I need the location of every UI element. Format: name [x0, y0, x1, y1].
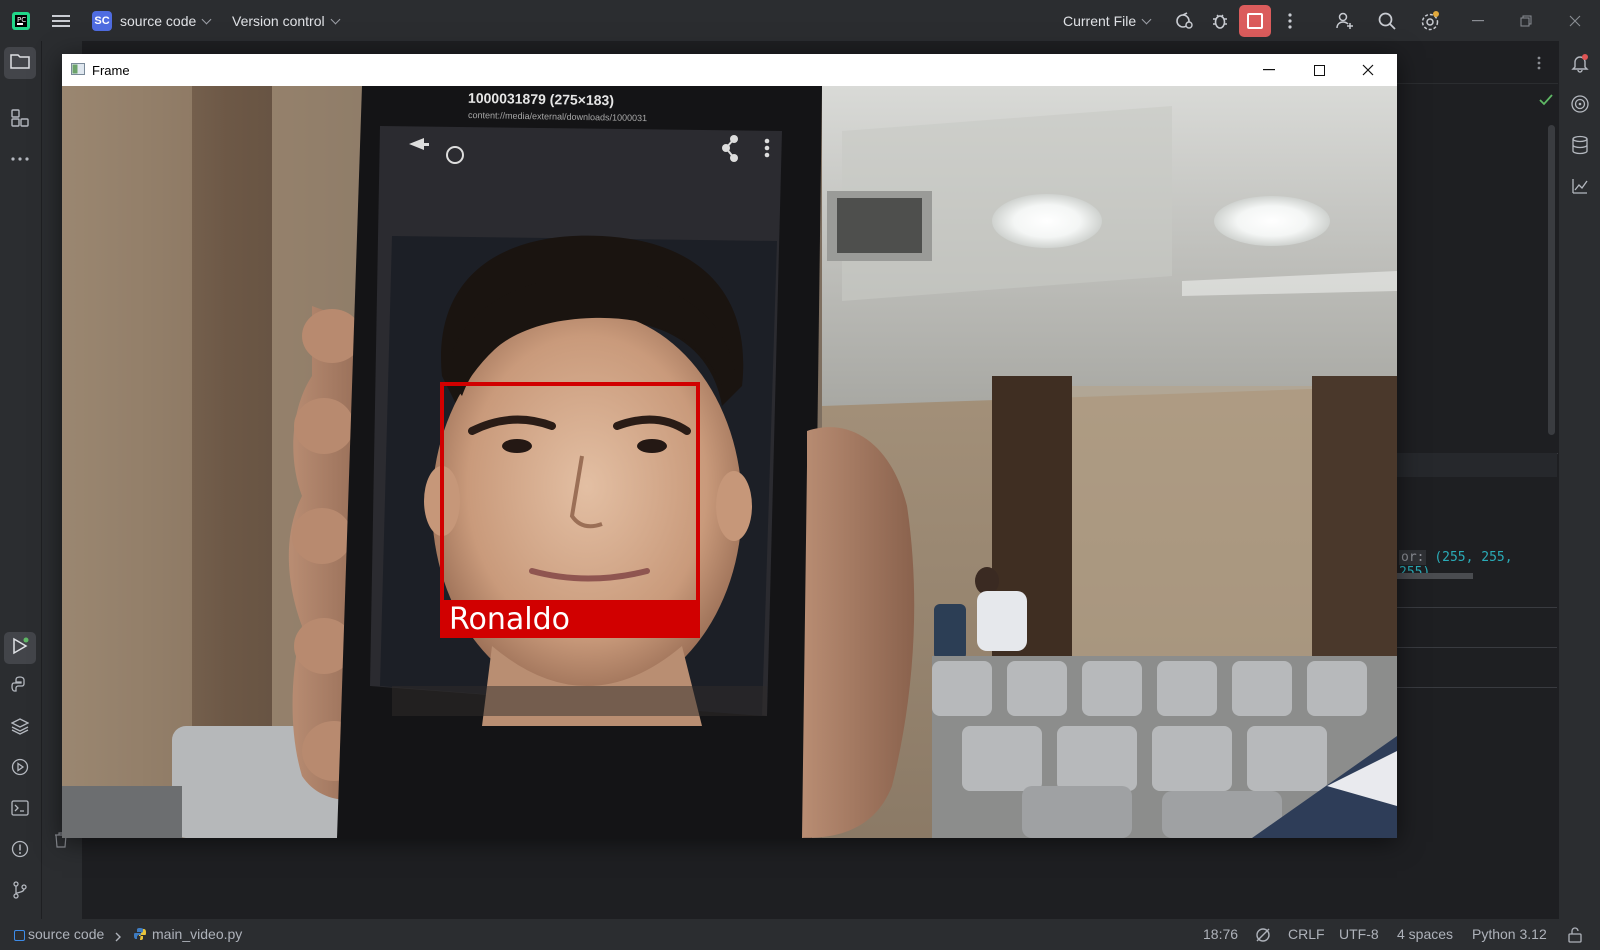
status-bar: source code main_video.py 18:76 CRLF UTF…: [0, 919, 1600, 950]
run-config-label: Current File: [1063, 13, 1137, 29]
build-icon[interactable]: [1173, 10, 1195, 32]
folder-icon: [10, 52, 30, 75]
phone-image-title: 1000031879 (275×183): [467, 89, 615, 109]
file-encoding[interactable]: UTF-8: [1339, 926, 1379, 942]
frame-window: Frame 1000031879 (275×183) content://med…: [62, 54, 1397, 838]
debug-icon[interactable]: [1209, 10, 1231, 32]
add-user-icon[interactable]: [1334, 10, 1356, 32]
lock-icon[interactable]: [1568, 927, 1582, 946]
project-icon: [14, 930, 25, 941]
close-icon[interactable]: [1565, 12, 1585, 30]
project-tool-button[interactable]: [4, 47, 36, 79]
line-ending[interactable]: CRLF: [1288, 926, 1325, 942]
frame-minimize-icon[interactable]: [1262, 63, 1276, 77]
code-keyword: or:: [1399, 550, 1427, 565]
run-icon: [11, 637, 29, 660]
minimize-icon[interactable]: [1468, 12, 1488, 30]
editor-more-icon[interactable]: [1537, 56, 1541, 75]
top-toolbar: PC SC source code Version control Curren…: [0, 0, 1600, 41]
detection-label: Ronaldo: [449, 601, 570, 637]
structure-icon[interactable]: [9, 107, 31, 129]
ai-icon[interactable]: [1569, 93, 1591, 115]
breadcrumb-separator-icon: [114, 929, 122, 945]
editor-hscroll: [1397, 573, 1473, 579]
stop-button[interactable]: [1239, 5, 1271, 37]
more-tools-icon[interactable]: [9, 148, 31, 170]
right-tool-strip: [1558, 41, 1600, 919]
frame-title: Frame: [92, 62, 130, 78]
layers-icon[interactable]: [9, 715, 31, 737]
caret-position[interactable]: 18:76: [1203, 926, 1238, 942]
camera-scene: [62, 86, 1397, 838]
editor-divider-2: [1397, 647, 1557, 648]
power-save-icon[interactable]: [1255, 927, 1271, 946]
git-icon[interactable]: [9, 879, 31, 901]
breadcrumb-project[interactable]: source code: [28, 926, 104, 942]
editor-divider: [1397, 607, 1557, 608]
stop-icon: [1247, 13, 1263, 29]
project-name: source code: [120, 13, 197, 29]
sciview-icon[interactable]: [1569, 175, 1591, 197]
check-icon: [1539, 93, 1553, 111]
python-interpreter[interactable]: Python 3.12: [1472, 926, 1547, 942]
breadcrumb-file[interactable]: main_video.py: [152, 926, 242, 942]
project-badge: SC: [92, 11, 112, 31]
frame-maximize-icon[interactable]: [1312, 63, 1326, 77]
editor-scrollbar[interactable]: [1548, 125, 1555, 435]
database-icon[interactable]: [1569, 134, 1591, 156]
vcs-label: Version control: [232, 13, 325, 29]
detection-label-box: Ronaldo: [440, 600, 700, 638]
project-selector[interactable]: SC source code: [92, 7, 212, 35]
chevron-down-icon: [330, 14, 341, 24]
problems-icon[interactable]: [9, 838, 31, 860]
chevron-down-icon: [201, 14, 212, 24]
restore-icon[interactable]: [1516, 12, 1536, 30]
run-config-selector[interactable]: Current File: [1063, 7, 1152, 35]
services-icon[interactable]: [9, 756, 31, 778]
python-file-icon: [133, 927, 147, 944]
editor-divider-3: [1397, 687, 1557, 688]
python-console-icon[interactable]: [9, 674, 31, 696]
frame-app-icon: [71, 62, 85, 78]
vcs-selector[interactable]: Version control: [232, 7, 341, 35]
more-icon[interactable]: [1280, 10, 1300, 32]
frame-close-icon[interactable]: [1361, 63, 1375, 77]
notifications-icon[interactable]: [1569, 52, 1591, 74]
run-tool-button[interactable]: [4, 632, 36, 664]
svg-text:PC: PC: [17, 16, 26, 24]
search-icon[interactable]: [1376, 10, 1398, 32]
left-tool-strip: [0, 41, 42, 919]
chevron-down-icon: [1141, 14, 1152, 24]
camera-feed: 1000031879 (275×183) content://media/ext…: [62, 86, 1397, 838]
editor-row-highlight: [1397, 453, 1557, 477]
indent-setting[interactable]: 4 spaces: [1397, 926, 1453, 942]
frame-titlebar[interactable]: Frame: [62, 54, 1397, 86]
hamburger-icon[interactable]: [51, 11, 71, 31]
settings-icon[interactable]: [1418, 9, 1442, 33]
terminal-icon[interactable]: [9, 797, 31, 819]
app-logo-icon[interactable]: PC: [11, 11, 31, 31]
